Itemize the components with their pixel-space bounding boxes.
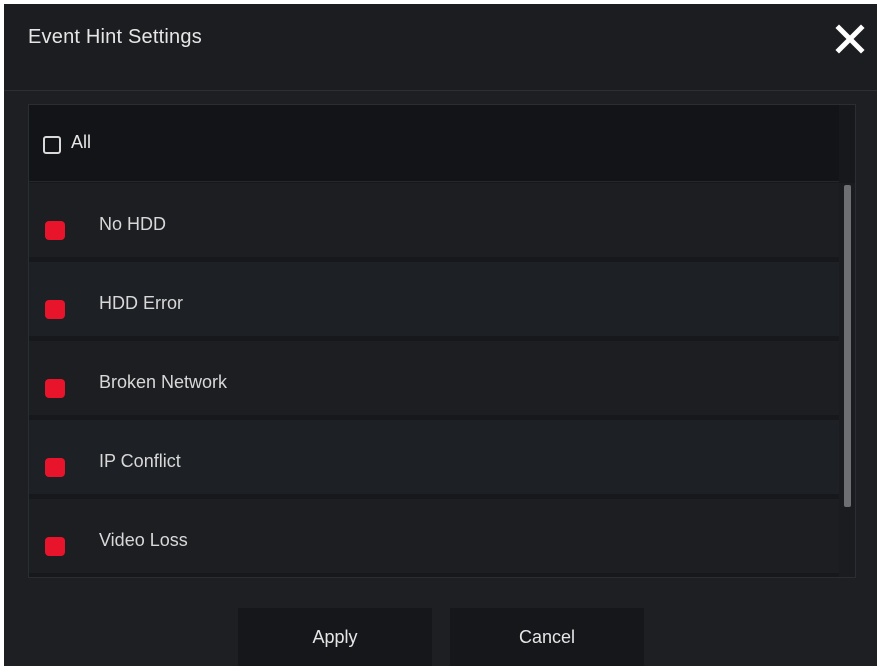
event-row-ip-conflict[interactable]: IP Conflict — [29, 420, 839, 494]
select-all-label: All — [71, 132, 92, 152]
event-checkbox-checked[interactable] — [45, 379, 65, 398]
event-list-panel: All No HDD HDD Error Broken Network IP C… — [28, 104, 856, 578]
event-checkbox-checked[interactable] — [45, 221, 65, 240]
close-button[interactable] — [833, 22, 867, 56]
dialog-title: Event Hint Settings — [28, 26, 202, 48]
event-hint-settings-dialog: Event Hint Settings All No HDD HDD Error… — [4, 4, 877, 666]
title-bar: Event Hint Settings — [4, 4, 877, 91]
event-label: HDD Error — [99, 293, 183, 313]
cancel-button[interactable]: Cancel — [450, 608, 644, 666]
event-checkbox-checked[interactable] — [45, 458, 65, 477]
event-label: Broken Network — [99, 372, 228, 392]
select-all-checkbox[interactable] — [43, 136, 61, 154]
scrollbar-thumb[interactable] — [844, 185, 851, 507]
event-row-hdd-error[interactable]: HDD Error — [29, 262, 839, 336]
event-row-broken-network[interactable]: Broken Network — [29, 341, 839, 415]
event-list: No HDD HDD Error Broken Network IP Confl… — [29, 183, 839, 577]
event-label: Video Loss — [99, 530, 188, 550]
list-scrollbar[interactable] — [839, 183, 855, 577]
event-row-no-hdd[interactable]: No HDD — [29, 183, 839, 257]
close-icon — [835, 24, 865, 54]
event-checkbox-checked[interactable] — [45, 537, 65, 556]
event-label: No HDD — [99, 214, 167, 234]
event-row-video-loss[interactable]: Video Loss — [29, 499, 839, 573]
event-checkbox-checked[interactable] — [45, 300, 65, 319]
apply-button[interactable]: Apply — [238, 608, 432, 666]
select-all-row: All — [29, 105, 839, 182]
event-label: IP Conflict — [99, 451, 181, 471]
